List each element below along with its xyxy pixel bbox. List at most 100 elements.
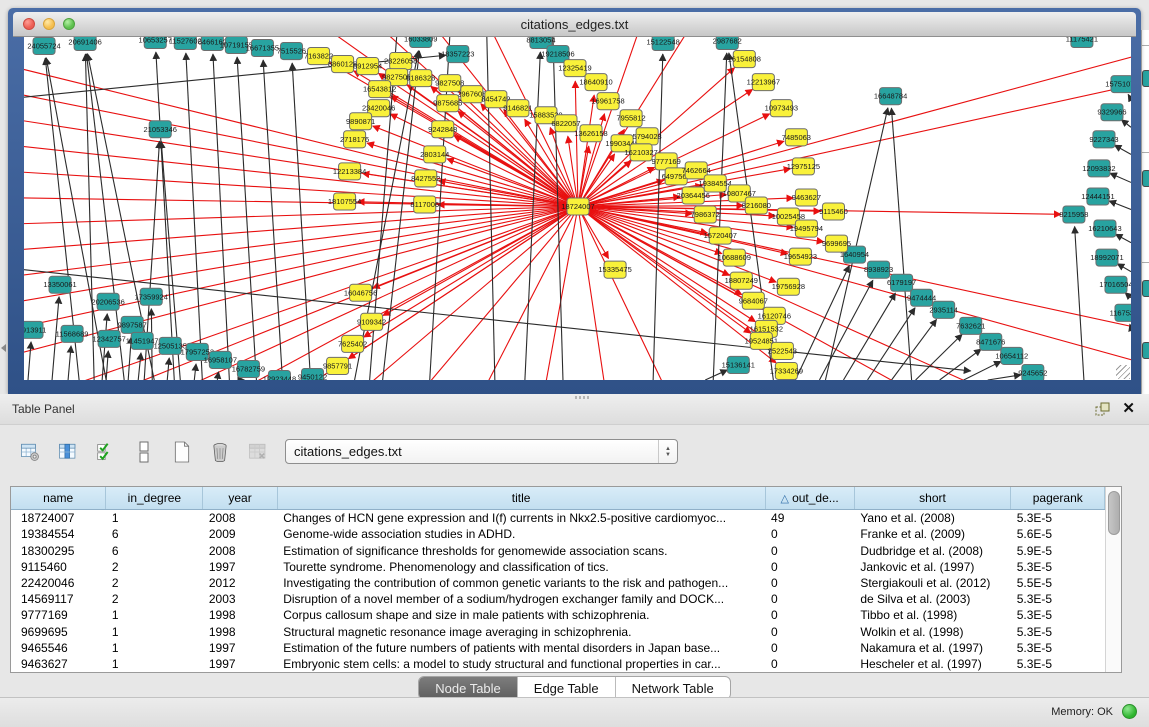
- table-cell[interactable]: Estimation of significance thresholds fo…: [277, 543, 765, 559]
- table-cell[interactable]: 1: [106, 623, 203, 639]
- table-cell[interactable]: 1: [106, 656, 203, 672]
- table-row[interactable]: 911546021997Tourette syndrome. Phenomeno…: [11, 559, 1105, 575]
- table-cell[interactable]: 9463627: [11, 656, 106, 672]
- table-cell[interactable]: Structural magnetic resonance image aver…: [277, 623, 765, 639]
- column-header[interactable]: title: [277, 487, 765, 510]
- close-panel-icon[interactable]: ✕: [1122, 399, 1135, 417]
- table-row[interactable]: 1456911722003Disruption of a novel membe…: [11, 591, 1105, 607]
- table-cell[interactable]: 9699695: [11, 623, 106, 639]
- table-cell[interactable]: Corpus callosum shape and size in male p…: [277, 607, 765, 623]
- tab-node-table[interactable]: Node Table: [419, 677, 518, 699]
- table-cell[interactable]: Disruption of a novel member of a sodium…: [277, 591, 765, 607]
- table-cell[interactable]: 5.9E-5: [1011, 543, 1105, 559]
- table-row[interactable]: 1938455462009Genome-wide association stu…: [11, 526, 1105, 542]
- table-cell[interactable]: 9777169: [11, 607, 106, 623]
- data-table[interactable]: namein_degreeyeartitle△ out_de...shortpa…: [11, 487, 1105, 672]
- table-cell[interactable]: 6: [106, 526, 203, 542]
- table-row[interactable]: 946362711997Embryonic stem cells: a mode…: [11, 656, 1105, 672]
- column-visibility-button[interactable]: [52, 436, 84, 468]
- table-cell[interactable]: 1: [106, 607, 203, 623]
- table-cell[interactable]: 0: [765, 559, 854, 575]
- table-cell[interactable]: 0: [765, 575, 854, 591]
- table-cell[interactable]: Nakamura et al. (1997): [854, 640, 1010, 656]
- table-cell[interactable]: 2012: [203, 575, 277, 591]
- table-cell[interactable]: 19384554: [11, 526, 106, 542]
- table-cell[interactable]: 9465546: [11, 640, 106, 656]
- table-cell[interactable]: 1: [106, 640, 203, 656]
- table-cell[interactable]: Estimation of the future numbers of pati…: [277, 640, 765, 656]
- table-cell[interactable]: 0: [765, 623, 854, 639]
- table-cell[interactable]: Jankovic et al. (1997): [854, 559, 1010, 575]
- table-cell[interactable]: Dudbridge et al. (2008): [854, 543, 1010, 559]
- table-cell[interactable]: 22420046: [11, 575, 106, 591]
- scrollbar-thumb[interactable]: [1108, 491, 1120, 535]
- table-cell[interactable]: 18724007: [11, 510, 106, 527]
- table-cell[interactable]: 0: [765, 591, 854, 607]
- table-cell[interactable]: 0: [765, 607, 854, 623]
- table-cell[interactable]: 2008: [203, 510, 277, 527]
- select-rows-button[interactable]: [90, 436, 122, 468]
- table-cell[interactable]: Investigating the contribution of common…: [277, 575, 765, 591]
- table-cell[interactable]: 18300295: [11, 543, 106, 559]
- network-canvas[interactable]: 1872400724055724206914061065325711527602…: [24, 37, 1131, 380]
- column-header[interactable]: pagerank: [1011, 487, 1105, 510]
- table-cell[interactable]: 0: [765, 656, 854, 672]
- memory-status-indicator[interactable]: [1122, 704, 1137, 719]
- table-cell[interactable]: 1: [106, 510, 203, 527]
- table-cell[interactable]: de Silva et al. (2003): [854, 591, 1010, 607]
- delete-trash-button[interactable]: [204, 436, 236, 468]
- table-cell[interactable]: Wolkin et al. (1998): [854, 623, 1010, 639]
- column-header[interactable]: name: [11, 487, 106, 510]
- table-cell[interactable]: 2: [106, 591, 203, 607]
- table-cell[interactable]: 0: [765, 640, 854, 656]
- table-row[interactable]: 1830029562008Estimation of significance …: [11, 543, 1105, 559]
- table-cell[interactable]: 2: [106, 559, 203, 575]
- table-cell[interactable]: 49: [765, 510, 854, 527]
- window-resize-grip[interactable]: [1116, 365, 1130, 379]
- table-cell[interactable]: 5.3E-5: [1011, 607, 1105, 623]
- network-graph[interactable]: 1872400724055724206914061065325711527602…: [24, 37, 1131, 380]
- table-cell[interactable]: Yano et al. (2008): [854, 510, 1010, 527]
- table-cell[interactable]: 1997: [203, 559, 277, 575]
- panel-collapse-arrow-icon[interactable]: [1, 344, 6, 352]
- float-panel-icon[interactable]: [1095, 401, 1111, 417]
- panel-drag-grip[interactable]: [575, 396, 589, 399]
- new-document-button[interactable]: [166, 436, 198, 468]
- table-cell[interactable]: Changes of HCN gene expression and I(f) …: [277, 510, 765, 527]
- column-header[interactable]: year: [203, 487, 277, 510]
- tab-edge-table[interactable]: Edge Table: [518, 677, 616, 699]
- table-settings-button[interactable]: [14, 436, 46, 468]
- table-cell[interactable]: 5.3E-5: [1011, 510, 1105, 527]
- table-cell[interactable]: Tibbo et al. (1998): [854, 607, 1010, 623]
- table-row[interactable]: 969969511998Structural magnetic resonanc…: [11, 623, 1105, 639]
- table-cell[interactable]: Hescheler et al. (1997): [854, 656, 1010, 672]
- column-header[interactable]: △ out_de...: [765, 487, 854, 510]
- table-cell[interactable]: 2: [106, 575, 203, 591]
- table-cell[interactable]: 2009: [203, 526, 277, 542]
- table-selector-combobox[interactable]: citations_edges.txt ▲▼: [285, 439, 678, 464]
- table-cell[interactable]: 0: [765, 543, 854, 559]
- table-cell[interactable]: 5.3E-5: [1011, 656, 1105, 672]
- table-cell[interactable]: 2008: [203, 543, 277, 559]
- table-cell[interactable]: 5.3E-5: [1011, 640, 1105, 656]
- table-cell[interactable]: 6: [106, 543, 203, 559]
- table-cell[interactable]: Franke et al. (2009): [854, 526, 1010, 542]
- column-header[interactable]: short: [854, 487, 1010, 510]
- window-titlebar[interactable]: citations_edges.txt: [13, 12, 1136, 37]
- table-row[interactable]: 977716911998Corpus callosum shape and si…: [11, 607, 1105, 623]
- column-cells-button[interactable]: [128, 436, 160, 468]
- column-header[interactable]: in_degree: [106, 487, 203, 510]
- vertical-scrollbar[interactable]: [1105, 487, 1121, 672]
- table-cell[interactable]: Genome-wide association studies in ADHD.: [277, 526, 765, 542]
- table-cell[interactable]: 9115460: [11, 559, 106, 575]
- table-cell[interactable]: 5.6E-5: [1011, 526, 1105, 542]
- table-cell[interactable]: 0: [765, 526, 854, 542]
- table-cell[interactable]: 5.5E-5: [1011, 575, 1105, 591]
- table-cell[interactable]: 1997: [203, 656, 277, 672]
- table-row[interactable]: 2242004622012Investigating the contribut…: [11, 575, 1105, 591]
- table-cell[interactable]: 1998: [203, 607, 277, 623]
- table-row[interactable]: 946554611997Estimation of the future num…: [11, 640, 1105, 656]
- tab-network-table[interactable]: Network Table: [616, 677, 730, 699]
- table-cell[interactable]: 5.3E-5: [1011, 623, 1105, 639]
- table-cell[interactable]: Tourette syndrome. Phenomenology and cla…: [277, 559, 765, 575]
